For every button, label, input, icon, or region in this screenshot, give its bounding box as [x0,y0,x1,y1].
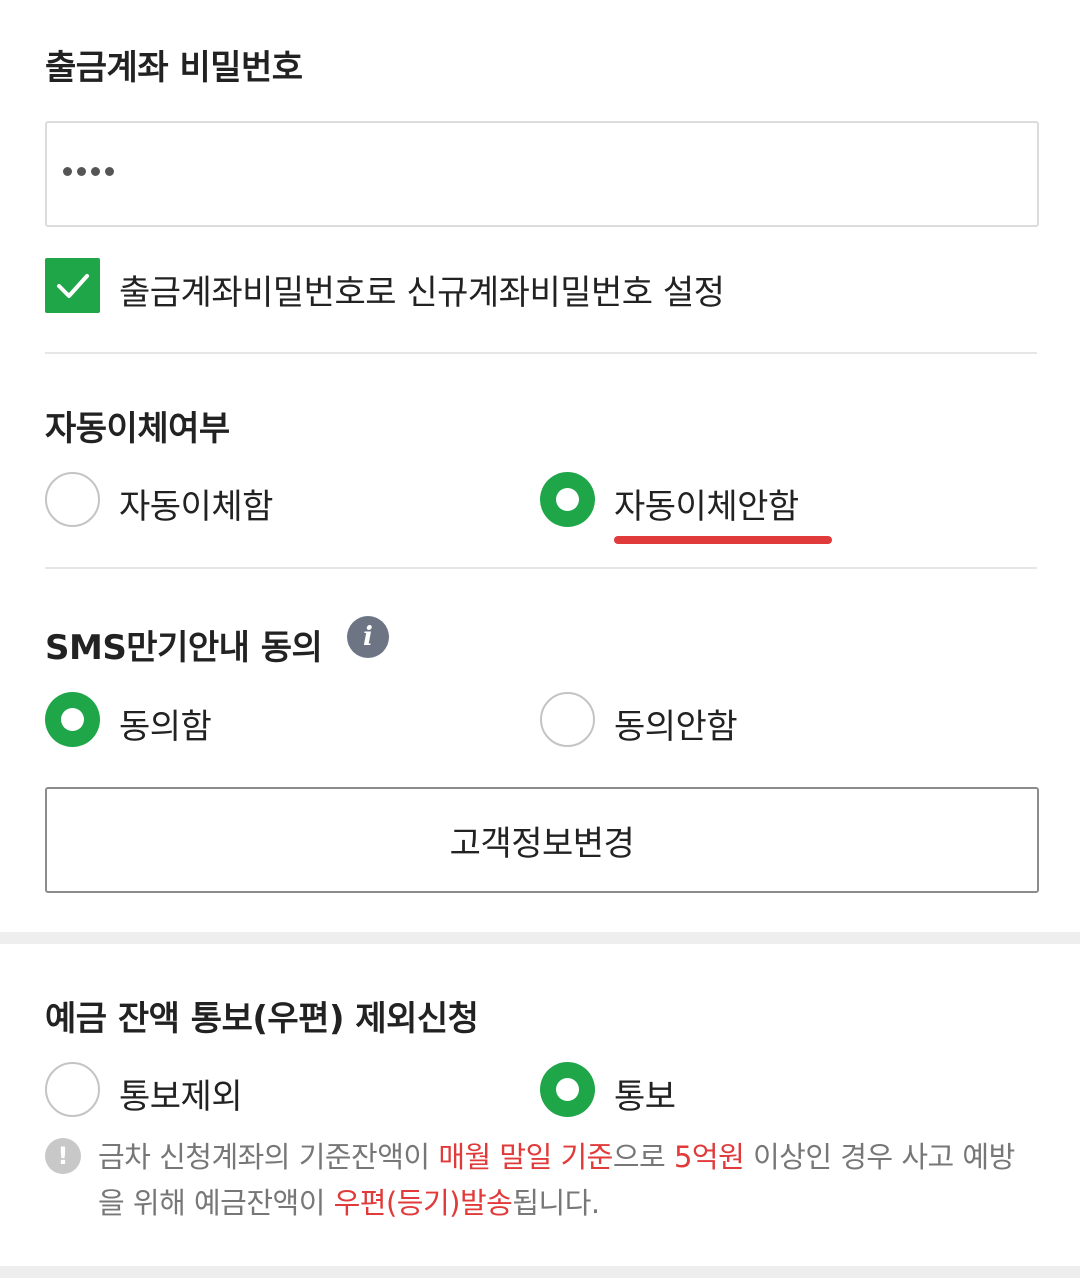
radio-sms-disagree[interactable] [540,692,595,747]
use-same-password-checkbox[interactable] [45,258,100,313]
checkbox-label[interactable]: 출금계좌비밀번호로 신규계좌비밀번호 설정 [119,265,725,314]
password-section-title: 출금계좌 비밀번호 [45,48,303,88]
checkmark-icon [57,274,89,298]
red-underline-annotation [614,536,832,544]
notice-exclude-label[interactable]: 통보제외 [119,1069,243,1118]
bottom-separator-band [0,1266,1080,1278]
divider [45,567,1037,569]
divider [45,352,1037,354]
sms-disagree-label[interactable]: 동의안함 [614,699,738,748]
auto-transfer-no-label[interactable]: 자동이체안함 [614,479,799,528]
section-separator-band [0,932,1080,944]
change-customer-info-button[interactable]: 고객정보변경 [45,787,1039,893]
password-input[interactable] [45,121,1039,227]
exclamation-icon: ! [45,1138,81,1174]
auto-transfer-yes-label[interactable]: 자동이체함 [119,479,273,528]
balance-notice-text: 금차 신청계좌의 기준잔액이 매월 말일 기준으로 5억원 이상인 경우 사고 … [98,1140,1015,1220]
info-icon[interactable]: i [347,616,389,658]
radio-notice-exclude[interactable] [45,1062,100,1117]
notice-send-label[interactable]: 통보 [614,1069,676,1118]
radio-auto-transfer-yes[interactable] [45,472,100,527]
sms-agree-label[interactable]: 동의함 [119,699,212,748]
sms-consent-title: SMS만기안내 동의 [45,628,323,668]
radio-sms-agree[interactable] [45,692,100,747]
balance-notice-title: 예금 잔액 통보(우편) 제외신청 [45,999,479,1039]
masked-password-dots [63,167,114,176]
radio-notice-send[interactable] [540,1062,595,1117]
auto-transfer-title: 자동이체여부 [45,409,230,449]
radio-auto-transfer-no[interactable] [540,472,595,527]
